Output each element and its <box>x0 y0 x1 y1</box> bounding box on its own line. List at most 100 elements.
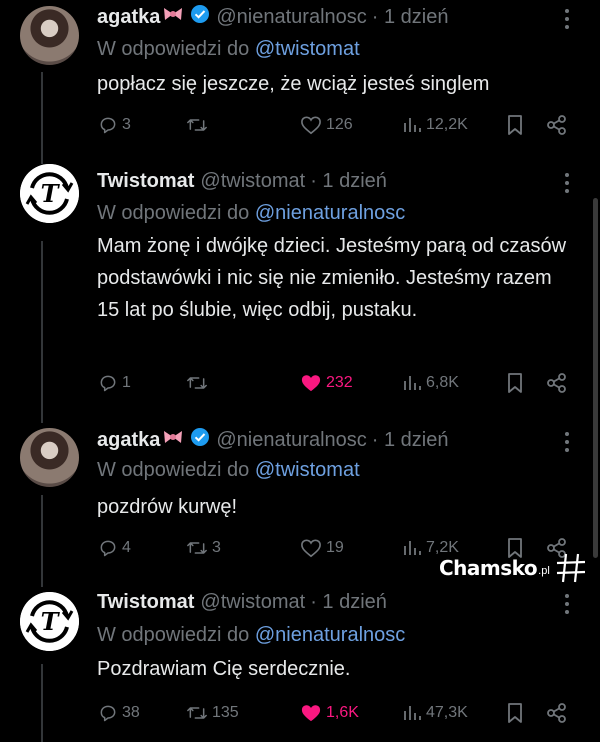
retweet-icon <box>186 115 208 135</box>
more-icon[interactable] <box>564 593 572 615</box>
views-button[interactable]: 6,8K <box>402 370 459 396</box>
retweet-button[interactable]: 135 <box>186 700 239 726</box>
timestamp[interactable]: · 1 dzień <box>372 427 449 453</box>
views-button[interactable]: 47,3K <box>402 700 468 726</box>
like-button[interactable]: 126 <box>300 112 353 138</box>
watermark: Chamsko .pl <box>439 550 588 586</box>
reply-prefix: W odpowiedzi do <box>97 38 250 60</box>
tweet-header: agatka @nienaturalnosc · 1 dzień <box>97 4 448 30</box>
handle[interactable]: @nienaturalnosc <box>216 4 366 30</box>
timestamp[interactable]: · 1 dzień <box>372 4 449 30</box>
more-icon[interactable] <box>564 8 572 30</box>
reply-to-link[interactable]: @twistomat <box>255 38 360 60</box>
handle[interactable]: @nienaturalnosc <box>216 427 366 453</box>
reply-icon <box>98 538 118 558</box>
handle[interactable]: @twistomat <box>200 168 305 194</box>
verified-badge-icon <box>190 427 210 454</box>
reply-to-link[interactable]: @nienaturalnosc <box>255 202 405 224</box>
bow-emoji-icon <box>162 4 184 30</box>
reply-context: W odpowiedzi do @nienaturalnosc <box>97 622 405 648</box>
bookmark-button[interactable] <box>506 112 524 138</box>
views-count: 12,2K <box>426 116 468 133</box>
retweet-icon <box>186 373 208 393</box>
svg-text:T: T <box>41 607 61 636</box>
tweet-header: agatka @nienaturalnosc · 1 dzień <box>97 427 448 453</box>
reply-context: W odpowiedzi do @twistomat <box>97 457 360 483</box>
tweet-actions: 3 126 12,2K <box>98 112 578 138</box>
reply-prefix: W odpowiedzi do <box>97 202 250 224</box>
share-icon <box>546 114 568 136</box>
reply-to-link[interactable]: @nienaturalnosc <box>255 624 405 646</box>
watermark-text: Chamsko <box>439 556 538 580</box>
retweet-button[interactable] <box>186 112 208 138</box>
tweet-header: Twistomat @twistomat · 1 dzień <box>97 589 387 615</box>
more-icon[interactable] <box>564 172 572 194</box>
display-name[interactable]: Twistomat <box>97 589 194 615</box>
bookmark-icon <box>506 114 524 136</box>
reply-button[interactable]: 38 <box>98 700 140 726</box>
retweet-button[interactable]: 3 <box>186 535 221 561</box>
like-button[interactable]: 232 <box>300 370 353 396</box>
retweet-count: 135 <box>212 704 239 721</box>
display-name[interactable]: agatka <box>97 427 160 453</box>
bow-emoji-icon <box>162 427 184 453</box>
twistomat-logo-icon: T <box>20 592 79 651</box>
share-icon <box>546 372 568 394</box>
share-button[interactable] <box>546 700 568 726</box>
timestamp[interactable]: · 1 dzień <box>310 168 387 194</box>
views-button[interactable]: 12,2K <box>402 112 468 138</box>
reply-context: W odpowiedzi do @twistomat <box>97 36 360 62</box>
more-icon[interactable] <box>564 431 572 453</box>
like-button[interactable]: 1,6K <box>300 700 359 726</box>
like-icon <box>300 703 322 723</box>
retweet-icon <box>186 703 208 723</box>
reply-button[interactable]: 3 <box>98 112 131 138</box>
tweet-text: Pozdrawiam Cię serdecznie. <box>97 658 351 680</box>
tweet-text: Mam żonę i dwójkę dzieci. Jesteśmy parą … <box>97 235 567 321</box>
reply-prefix: W odpowiedzi do <box>97 459 250 481</box>
share-button[interactable] <box>546 112 568 138</box>
watermark-suffix: .pl <box>538 565 550 577</box>
reply-to-link[interactable]: @twistomat <box>255 459 360 481</box>
views-count: 47,3K <box>426 704 468 721</box>
avatar[interactable] <box>20 428 79 487</box>
reply-count: 3 <box>122 116 131 133</box>
like-count: 19 <box>326 539 344 556</box>
handle[interactable]: @twistomat <box>200 589 305 615</box>
reply-count: 4 <box>122 539 131 556</box>
share-button[interactable] <box>546 370 568 396</box>
like-icon <box>300 373 322 393</box>
reply-button[interactable]: 4 <box>98 535 131 561</box>
timestamp[interactable]: · 1 dzień <box>310 589 387 615</box>
views-icon <box>402 115 422 135</box>
reply-context: W odpowiedzi do @nienaturalnosc <box>97 200 405 226</box>
like-icon <box>300 538 322 558</box>
display-name[interactable]: Twistomat <box>97 168 194 194</box>
svg-text:T: T <box>41 179 61 208</box>
bookmark-icon <box>506 702 524 724</box>
tweet-text: pozdrów kurwę! <box>97 496 238 518</box>
avatar[interactable] <box>20 6 79 65</box>
bookmark-button[interactable] <box>506 700 524 726</box>
display-name[interactable]: agatka <box>97 4 160 30</box>
bookmark-icon <box>506 372 524 394</box>
tweet-actions: 1 232 6,8K <box>98 370 578 396</box>
avatar[interactable]: T <box>20 164 79 223</box>
like-button[interactable]: 19 <box>300 535 344 561</box>
reply-icon <box>98 115 118 135</box>
reply-icon <box>98 373 118 393</box>
like-count: 126 <box>326 116 353 133</box>
views-icon <box>402 538 422 558</box>
reply-icon <box>98 703 118 723</box>
reply-prefix: W odpowiedzi do <box>97 624 250 646</box>
verified-badge-icon <box>190 4 210 31</box>
retweet-button[interactable] <box>186 370 208 396</box>
reply-button[interactable]: 1 <box>98 370 131 396</box>
avatar[interactable]: T <box>20 592 79 651</box>
retweet-count: 3 <box>212 539 221 556</box>
views-count: 6,8K <box>426 374 459 391</box>
bookmark-button[interactable] <box>506 370 524 396</box>
tweet-header: Twistomat @twistomat · 1 dzień <box>97 168 387 194</box>
reply-count: 38 <box>122 704 140 721</box>
retweet-icon <box>186 538 208 558</box>
